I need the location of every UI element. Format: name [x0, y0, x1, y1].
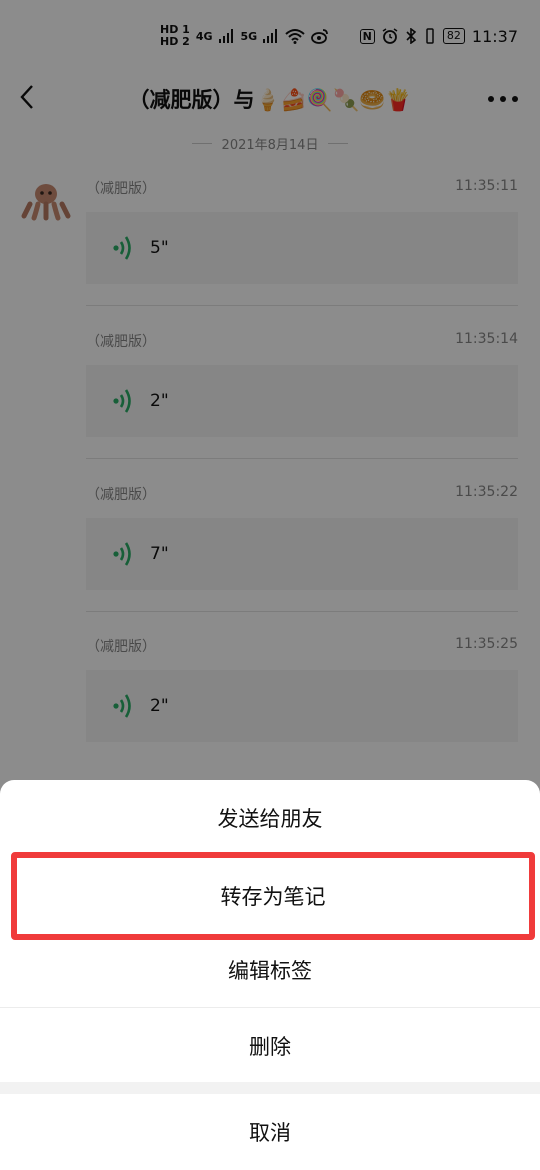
edit-tags-button[interactable]: 编辑标签	[0, 932, 540, 1008]
cancel-button[interactable]: 取消	[0, 1094, 540, 1170]
send-to-friend-button[interactable]: 发送给朋友	[0, 780, 540, 856]
sheet-gap	[0, 1082, 540, 1094]
action-sheet: 发送给朋友 转存为笔记 编辑标签 删除 取消	[0, 780, 540, 1170]
save-as-note-button[interactable]: 转存为笔记	[11, 852, 535, 940]
delete-button[interactable]: 删除	[0, 1008, 540, 1084]
